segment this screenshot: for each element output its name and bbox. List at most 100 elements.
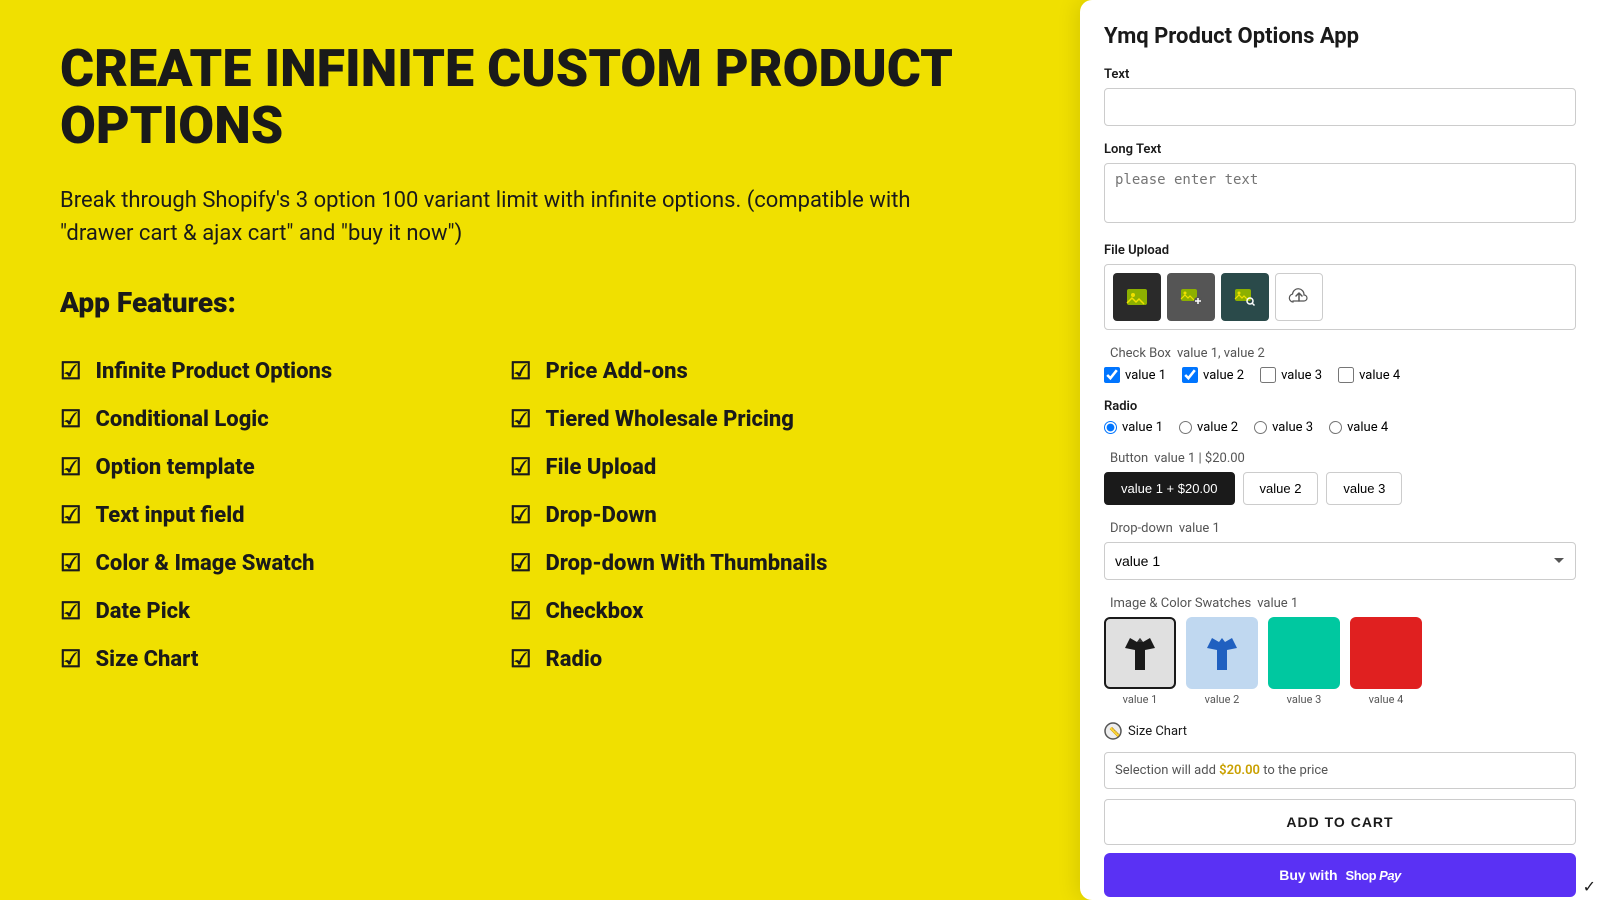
long-text-input[interactable] [1104, 163, 1576, 223]
checkbox-label-4: value 4 [1359, 368, 1400, 383]
swatch-item-4[interactable]: value 4 [1350, 617, 1422, 706]
radio-item-4[interactable]: value 4 [1329, 420, 1388, 435]
upload-icon-gear-photo[interactable] [1167, 273, 1215, 321]
checkbox-item-1[interactable]: value 1 [1104, 367, 1166, 383]
feature-label: Price Add-ons [546, 359, 688, 384]
feature-item: ☑ Tiered Wholesale Pricing [510, 395, 960, 443]
button-options-label: Buttonvalue 1 | $20.00 [1104, 451, 1576, 466]
radio-label-2: value 2 [1197, 420, 1238, 435]
check-icon: ☑ [60, 453, 82, 481]
radio-1[interactable] [1104, 421, 1117, 434]
text-field-section: Text [1104, 67, 1576, 126]
size-chart-link[interactable]: 📏 Size Chart [1104, 722, 1576, 740]
upload-icon-cloud[interactable] [1275, 273, 1323, 321]
check-icon: ☑ [60, 597, 82, 625]
size-chart-icon: 📏 [1104, 722, 1122, 740]
radio-3[interactable] [1254, 421, 1267, 434]
buy-with-label: Buy with [1279, 867, 1337, 883]
check-icon: ☑ [510, 405, 532, 433]
check-icon: ☑ [60, 405, 82, 433]
check-icon: ☑ [60, 357, 82, 385]
feature-item: ☑ Date Pick [60, 587, 510, 635]
swatch-box-1[interactable]: ✓ [1104, 617, 1176, 689]
text-input[interactable] [1104, 88, 1576, 126]
shop-pay-button[interactable]: Buy with Shop Pay [1104, 853, 1576, 897]
button-option-2[interactable]: value 2 [1243, 472, 1319, 505]
check-icon: ☑ [60, 645, 82, 673]
radio-2[interactable] [1179, 421, 1192, 434]
checkbox-label-2: value 2 [1203, 368, 1244, 383]
dropdown-select[interactable]: value 1 value 2 value 3 [1104, 542, 1576, 580]
button-group: value 1 + $20.00 value 2 value 3 [1104, 472, 1576, 505]
swatch-label-3: value 3 [1287, 693, 1322, 706]
feature-label: Tiered Wholesale Pricing [546, 407, 794, 432]
check-icon: ☑ [60, 501, 82, 529]
swatches-grid: ✓ value 1 value 2 value 3 [1104, 617, 1576, 706]
features-heading: App Features: [60, 286, 1020, 319]
check-icon: ☑ [510, 597, 532, 625]
swatch-label-4: value 4 [1369, 693, 1404, 706]
feature-item: ☑ Price Add-ons [510, 347, 960, 395]
checkbox-item-3[interactable]: value 3 [1260, 367, 1322, 383]
feature-item: ☑ Radio [510, 635, 960, 683]
check-icon: ☑ [60, 549, 82, 577]
feature-item: ☑ Conditional Logic [60, 395, 510, 443]
swatch-box-2[interactable] [1186, 617, 1258, 689]
feature-item: ☑ File Upload [510, 443, 960, 491]
radio-item-3[interactable]: value 3 [1254, 420, 1313, 435]
button-option-3[interactable]: value 3 [1326, 472, 1402, 505]
checkbox-item-2[interactable]: value 2 [1182, 367, 1244, 383]
file-upload-label: File Upload [1104, 243, 1576, 258]
feature-label: Conditional Logic [96, 407, 269, 432]
swatch-label-1: value 1 [1123, 693, 1158, 706]
swatch-item-2[interactable]: value 2 [1186, 617, 1258, 706]
radio-section: Radio value 1 value 2 value 3 value 4 [1104, 399, 1576, 435]
swatches-section: Image & Color Swatchesvalue 1 ✓ value 1 [1104, 596, 1576, 706]
shop-pay-logo: Shop Pay [1346, 868, 1401, 883]
check-icon: ☑ [510, 357, 532, 385]
checkbox-1[interactable] [1104, 367, 1120, 383]
feature-label: Checkbox [546, 599, 644, 624]
check-icon: ☑ [510, 453, 532, 481]
feature-label: Size Chart [96, 647, 199, 672]
radio-label-1: value 1 [1122, 420, 1163, 435]
checkbox-group: value 1 value 2 value 3 value 4 [1104, 367, 1576, 383]
upload-icon-search-photo[interactable] [1221, 273, 1269, 321]
checkbox-item-4[interactable]: value 4 [1338, 367, 1400, 383]
radio-item-2[interactable]: value 2 [1179, 420, 1238, 435]
upload-icon-photo[interactable] [1113, 273, 1161, 321]
price-info-box: Selection will add $20.00 to the price [1104, 752, 1576, 789]
panel-title: Ymq Product Options App [1104, 24, 1576, 49]
checkbox-2[interactable] [1182, 367, 1198, 383]
swatch-item-3[interactable]: value 3 [1268, 617, 1340, 706]
checkbox-section: Check Boxvalue 1, value 2 value 1 value … [1104, 346, 1576, 383]
check-icon: ☑ [510, 549, 532, 577]
feature-item: ☑ Size Chart [60, 635, 510, 683]
features-column-right: ☑ Price Add-ons ☑ Tiered Wholesale Prici… [510, 347, 960, 683]
radio-item-1[interactable]: value 1 [1104, 420, 1163, 435]
swatch-box-3[interactable] [1268, 617, 1340, 689]
feature-label: File Upload [546, 455, 657, 480]
feature-item: ☑ Color & Image Swatch [60, 539, 510, 587]
radio-group: value 1 value 2 value 3 value 4 [1104, 420, 1576, 435]
swatch-box-4[interactable] [1350, 617, 1422, 689]
long-text-field-label: Long Text [1104, 142, 1576, 157]
svg-text:📏: 📏 [1109, 726, 1120, 738]
add-to-cart-button[interactable]: ADD TO CART [1104, 799, 1576, 845]
feature-label: Option template [96, 455, 255, 480]
swatch-item-1[interactable]: ✓ value 1 [1104, 617, 1176, 706]
button-option-1[interactable]: value 1 + $20.00 [1104, 472, 1235, 505]
feature-label: Drop-down With Thumbnails [546, 551, 828, 576]
swatches-label: Image & Color Swatchesvalue 1 [1104, 596, 1576, 611]
radio-label-4: value 4 [1347, 420, 1388, 435]
checkbox-4[interactable] [1338, 367, 1354, 383]
checkbox-label-1: value 1 [1125, 368, 1166, 383]
feature-label: Date Pick [96, 599, 190, 624]
checkbox-3[interactable] [1260, 367, 1276, 383]
check-icon: ☑ [510, 501, 532, 529]
features-grid: ☑ Infinite Product Options ☑ Conditional… [60, 347, 960, 683]
radio-4[interactable] [1329, 421, 1342, 434]
file-upload-section: File Upload [1104, 243, 1576, 330]
radio-label-3: value 3 [1272, 420, 1313, 435]
page-subtitle: Break through Shopify's 3 option 100 var… [60, 184, 960, 250]
